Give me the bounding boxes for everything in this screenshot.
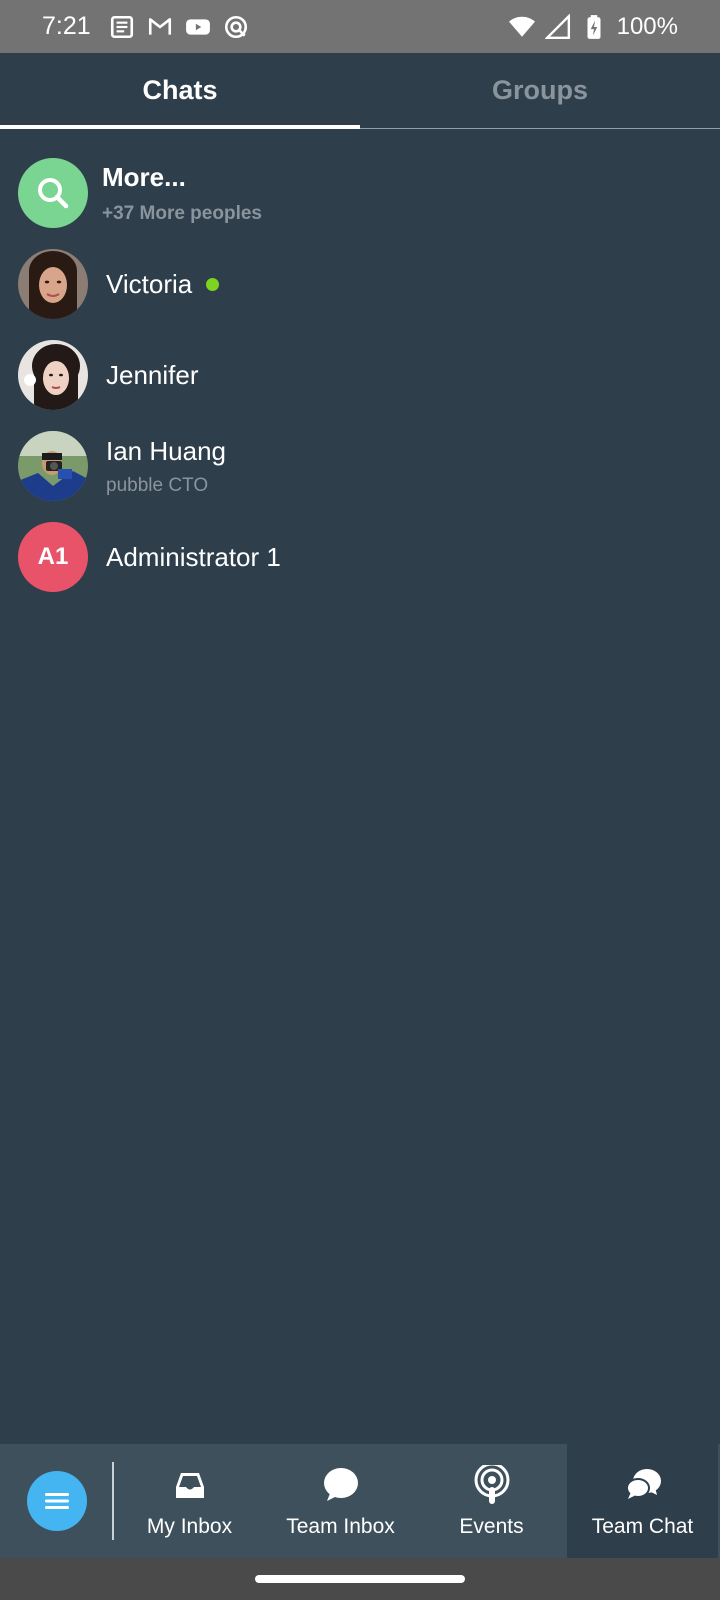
system-nav-bar bbox=[0, 1558, 720, 1600]
status-time: 7:21 bbox=[42, 12, 91, 40]
app-icon bbox=[223, 14, 249, 40]
more-people-row[interactable]: More... +37 More peoples bbox=[18, 158, 262, 228]
chat-bubble-icon bbox=[321, 1463, 361, 1507]
youtube-icon bbox=[185, 14, 211, 40]
gmail-icon bbox=[147, 14, 173, 40]
nav-label: Events bbox=[459, 1515, 524, 1538]
nav-team-inbox[interactable]: Team Inbox bbox=[265, 1444, 416, 1558]
more-title: More... bbox=[102, 161, 186, 192]
chat-item-text: Administrator 1 bbox=[106, 542, 281, 573]
chat-item-jennifer[interactable]: Jennifer bbox=[18, 340, 199, 410]
chat-bubbles-icon bbox=[623, 1463, 663, 1507]
status-bar: 7:21 100% bbox=[0, 0, 720, 53]
battery-charging-icon bbox=[581, 14, 607, 40]
chat-item-text: Jennifer bbox=[106, 360, 199, 391]
nav-my-inbox[interactable]: My Inbox bbox=[114, 1444, 265, 1558]
battery-percentage: 100% bbox=[616, 12, 678, 40]
menu-button[interactable] bbox=[27, 1471, 87, 1531]
chat-item-text: Victoria bbox=[106, 268, 220, 300]
nav-label: Team Inbox bbox=[286, 1515, 395, 1538]
nav-label: My Inbox bbox=[146, 1515, 233, 1538]
wifi-icon bbox=[508, 14, 535, 40]
notification-icons bbox=[109, 14, 249, 40]
chat-item-victoria[interactable]: Victoria bbox=[18, 249, 220, 319]
tab-bar: Chats Groups bbox=[0, 53, 720, 129]
chat-item-administrator-1[interactable]: A1 Administrator 1 bbox=[18, 522, 281, 592]
nav-label: Team Chat bbox=[591, 1515, 694, 1538]
avatar bbox=[18, 340, 88, 410]
chat-item-text: Ian Huang pubble CTO bbox=[106, 436, 226, 497]
avatar bbox=[18, 431, 88, 501]
avatar bbox=[18, 249, 88, 319]
more-people-text: More... +37 More peoples bbox=[102, 162, 262, 225]
contact-subtitle: pubble CTO bbox=[106, 474, 209, 496]
online-indicator bbox=[206, 277, 220, 291]
signal-icon bbox=[544, 13, 571, 40]
hamburger-icon bbox=[45, 1493, 69, 1509]
nav-menu-container bbox=[0, 1444, 114, 1558]
bottom-nav: My Inbox Team Inbox Events Team Chat bbox=[0, 1444, 720, 1558]
news-icon bbox=[109, 14, 135, 40]
chat-item-ian-huang[interactable]: Ian Huang pubble CTO bbox=[18, 431, 226, 501]
contact-name: Administrator 1 bbox=[106, 541, 281, 572]
system-status: 100% bbox=[508, 12, 678, 41]
avatar-initials: A1 bbox=[18, 522, 88, 592]
search-avatar bbox=[18, 158, 88, 228]
more-subtitle: +37 More peoples bbox=[102, 202, 262, 224]
contact-name: Ian Huang bbox=[106, 435, 226, 466]
search-icon bbox=[38, 178, 69, 209]
inbox-icon bbox=[170, 1463, 210, 1507]
contact-name: Victoria bbox=[106, 268, 193, 299]
tab-groups[interactable]: Groups bbox=[360, 53, 720, 128]
nav-team-chat[interactable]: Team Chat bbox=[567, 1444, 718, 1558]
podcast-icon bbox=[472, 1463, 512, 1507]
home-handle[interactable] bbox=[255, 1575, 465, 1583]
contact-name: Jennifer bbox=[106, 359, 199, 390]
nav-events[interactable]: Events bbox=[416, 1444, 567, 1558]
tab-chats[interactable]: Chats bbox=[0, 53, 360, 129]
